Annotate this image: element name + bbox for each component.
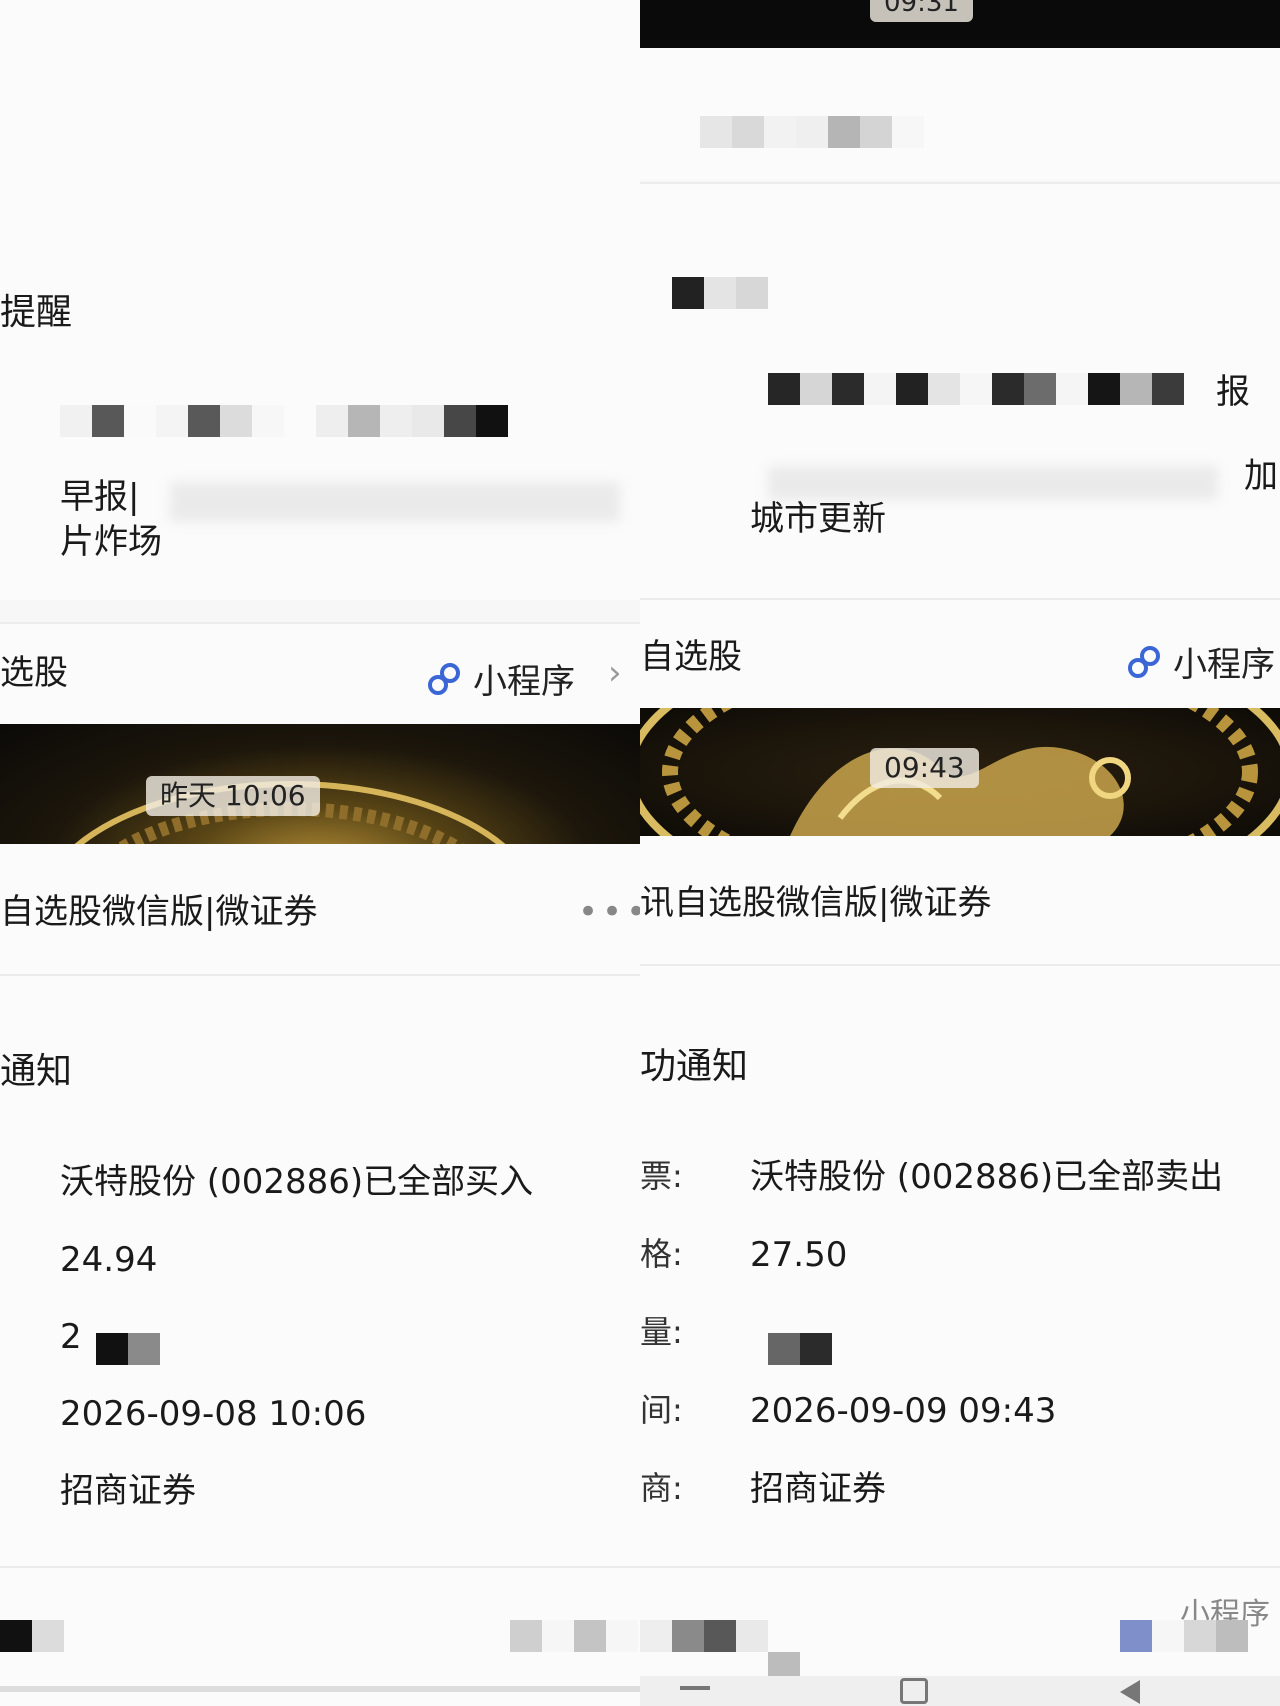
ornament-ring (74, 781, 506, 844)
news-headline-line1: 早报| (60, 477, 140, 517)
redacted-mosaic (768, 373, 1184, 405)
app-name: 自选股 (640, 637, 742, 677)
redacted-mosaic (60, 405, 508, 437)
redacted-mosaic (672, 277, 768, 309)
price-value: 24.94 (60, 1240, 158, 1280)
blurred-text (170, 482, 620, 522)
time-label: 间: (640, 1391, 683, 1429)
blurred-text (768, 466, 1218, 500)
broker-value: 招商证券 (60, 1471, 196, 1511)
redacted-mosaic (510, 1620, 638, 1652)
mini-program-icon (1128, 645, 1160, 678)
stock-label: 票: (640, 1157, 683, 1195)
home-icon[interactable] (900, 1678, 928, 1704)
cover-image[interactable]: 09:43 (640, 708, 1280, 836)
cover-image[interactable]: 昨天 10:06 (0, 724, 640, 844)
price-value: 27.50 (750, 1235, 848, 1275)
news-line1-tail: 报 (1216, 372, 1250, 412)
notice-title: 通知 (0, 1051, 73, 1092)
timestamp-pill: 09:31 (870, 0, 973, 22)
broker-label: 商: (640, 1469, 683, 1507)
news-line3: 城市更新 (750, 499, 886, 539)
service-name: 讯自选股微信版|微证券 (640, 883, 992, 923)
mini-program-badge[interactable]: 小程序 (1125, 637, 1275, 686)
notice-title: 功通知 (640, 1046, 749, 1087)
redacted-mosaic (96, 1333, 160, 1365)
time-value: 2026-09-09 09:43 (750, 1391, 1057, 1431)
mini-program-badge[interactable]: 小程序 (425, 654, 575, 703)
system-nav-bar (640, 1676, 1280, 1706)
timestamp-pill: 昨天 10:06 (146, 776, 320, 816)
service-name: 自选股微信版|微证券 (0, 892, 318, 932)
news-headline-line2: 片炸场 (60, 522, 162, 562)
more-options-icon[interactable]: ••• (578, 895, 640, 929)
news-line2-tail: 加 (1244, 456, 1278, 496)
broker-value: 招商证券 (750, 1469, 886, 1509)
redacted-mosaic (768, 1333, 832, 1365)
redacted-mosaic (640, 1620, 768, 1652)
price-label: 格: (640, 1235, 683, 1273)
back-icon[interactable] (1120, 1680, 1140, 1704)
left-screenshot: 提醒 早报| 片炸场 选股 小程序 › 昨天 10:06 自选股微信版|微证券 … (0, 0, 640, 1706)
stock-value: 沃特股份 (002886)已全部买入 (60, 1162, 534, 1202)
reminder-title: 提醒 (0, 292, 73, 333)
menu-icon[interactable] (680, 1686, 710, 1690)
chevron-right-icon: › (608, 653, 622, 693)
mini-program-icon (428, 662, 460, 695)
redacted-mosaic (1120, 1620, 1248, 1652)
quantity-value: 2 (60, 1317, 82, 1357)
stock-value: 沃特股份 (002886)已全部卖出 (750, 1157, 1224, 1197)
bottom-bar (0, 1686, 640, 1692)
previous-card[interactable] (640, 48, 1280, 180)
redacted-mosaic (700, 116, 924, 148)
right-screenshot: 09:31 报 加 城市更新 自选股 小程序 09:43 讯自选股微信版|微证券… (640, 0, 1280, 1706)
time-value: 2026-09-08 10:06 (60, 1394, 367, 1434)
quantity-label: 量: (640, 1313, 683, 1351)
mini-program-label: 小程序 (1173, 645, 1275, 685)
app-name: 选股 (0, 653, 68, 693)
timestamp-pill: 09:43 (870, 748, 979, 788)
redacted-mosaic (0, 1620, 64, 1652)
mini-program-label: 小程序 (473, 662, 575, 702)
